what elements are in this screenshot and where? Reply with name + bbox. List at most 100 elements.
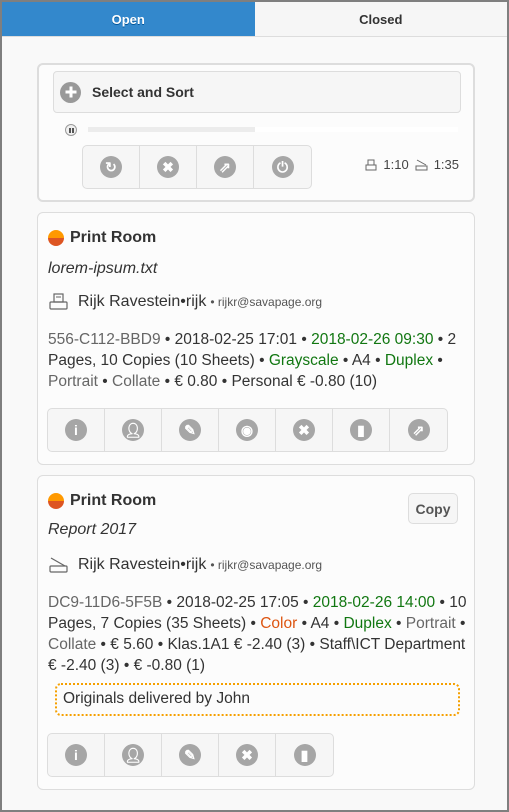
power-button[interactable]: ⏻ [254, 146, 311, 188]
separator: • [305, 636, 320, 653]
refresh-button[interactable]: ↻ [83, 146, 140, 188]
pause-button[interactable] [65, 124, 77, 136]
due-time: 2018-02-26 14:00 [312, 594, 436, 611]
submitted-time: 2018-02-25 17:05 [176, 594, 299, 611]
refresh-progress-bar [88, 127, 458, 132]
info-icon: i [65, 744, 87, 766]
user-id: rijk [185, 293, 207, 310]
close-icon: ✖ [157, 156, 179, 178]
job-card: Print Room Copy Report 2017 Rijk Raveste… [37, 475, 475, 790]
pause-icon-bar [68, 127, 71, 133]
job-printer: Print Room [48, 229, 156, 247]
printer-icon [365, 159, 377, 170]
cancel-job-button[interactable]: ✖ [219, 734, 276, 776]
select-and-sort-toggle[interactable]: Select and Sort [53, 71, 461, 113]
pencil-icon: ✎ [179, 744, 201, 766]
job-details: DC9-11D6-5F5B • 2018-02-25 17:05 • 2018-… [48, 592, 468, 676]
edit-button[interactable]: ✎ [162, 409, 219, 451]
power-icon: ⏻ [271, 156, 294, 178]
separator: • [160, 373, 175, 390]
printer-name: Print Room [70, 229, 157, 246]
due-time: 2018-02-26 09:30 [311, 331, 434, 348]
cost: € 0.80 [174, 373, 218, 390]
user-name: Rijk Ravestein [78, 556, 181, 573]
paper-size: A4 [310, 615, 330, 632]
change-user-button[interactable]: 👤︎ [105, 409, 162, 451]
submitted-time: 2018-02-25 17:01 [174, 331, 298, 348]
separator: • [329, 615, 344, 632]
user-icon: 👤︎ [122, 419, 144, 441]
collate: Collate [48, 636, 97, 653]
progress-fill [88, 127, 255, 132]
cancel-all-button[interactable]: ✖ [140, 146, 197, 188]
job-action-buttons: i 👤︎ ✎ ✖ ▮ [47, 733, 334, 777]
pencil-icon: ✎ [179, 419, 201, 441]
job-user: Rijk Ravestein • rijk • rijkr@savapage.o… [48, 556, 322, 574]
color-mode: Color [260, 615, 298, 632]
copy-button[interactable]: Copy [408, 493, 458, 524]
job-card: Print Room lorem-ipsum.txt Rijk Ravestei… [37, 212, 475, 465]
color-mode: Grayscale [268, 352, 339, 369]
job-printer: Print Room [48, 492, 156, 510]
user-email: • rijkr@savapage.org [210, 295, 323, 309]
account-charges: Personal € -0.80 (10) [231, 373, 378, 390]
separator: • [96, 636, 111, 653]
separator: • [297, 615, 311, 632]
account-charge: Klas.1A1 € -2.40 (3) [167, 636, 306, 653]
separator: • [391, 615, 406, 632]
separator: • [455, 615, 466, 632]
user-id: rijk [185, 556, 207, 573]
job-stats: 1:10 1:35 [365, 157, 459, 172]
scanner-icon [415, 159, 428, 170]
separator: • [370, 352, 385, 369]
account-charge: € -0.80 (1) [133, 657, 206, 674]
pause-icon-bar [71, 127, 74, 133]
sides: Duplex [384, 352, 434, 369]
sides: Duplex [343, 615, 392, 632]
queue-controls-panel: Select and Sort ↻ ✖ ⇗ ⏻ 1:10 1:35 [37, 63, 475, 202]
separator: • [297, 331, 312, 348]
change-user-button[interactable]: 👤︎ [105, 734, 162, 776]
refresh-icon: ↻ [100, 156, 122, 178]
tab-open[interactable]: Open [2, 2, 255, 36]
user-email: • rijkr@savapage.org [210, 558, 323, 572]
separator: • [298, 594, 313, 611]
eye-icon: ◉ [236, 419, 258, 441]
separator: • [435, 594, 450, 611]
separator: • [160, 331, 175, 348]
cost: € 5.60 [110, 636, 154, 653]
printer-ratio: 1:10 [383, 157, 409, 172]
printer-icon [49, 293, 68, 310]
status-icon [48, 493, 64, 509]
export-button[interactable]: ⇗ [197, 146, 254, 188]
collate: Collate [112, 373, 161, 390]
printer-name: Print Room [70, 492, 157, 509]
separator: • [153, 636, 168, 653]
job-comment: Originals delivered by John [55, 683, 460, 716]
orientation: Portrait [48, 373, 98, 390]
separator: • [433, 352, 443, 369]
separator: • [433, 331, 448, 348]
orientation: Portrait [405, 615, 456, 632]
document-name: lorem-ipsum.txt [48, 260, 158, 277]
edit-button[interactable]: ✎ [162, 734, 219, 776]
select-and-sort-label: Select and Sort [92, 84, 194, 100]
tab-bar: Open Closed [2, 2, 507, 37]
tab-closed[interactable]: Closed [254, 2, 507, 36]
email-value: rijkr@savapage.org [217, 295, 323, 309]
email-value: rijkr@savapage.org [217, 558, 323, 572]
settle-button[interactable]: ▮ [276, 734, 333, 776]
info-button[interactable]: i [48, 409, 105, 451]
shopping-bag-icon: ▮ [293, 744, 316, 766]
preview-button[interactable]: ◉ [219, 409, 276, 451]
queue-action-buttons: ↻ ✖ ⇗ ⏻ [82, 145, 312, 189]
job-details: 556-C112-BBD9 • 2018-02-25 17:01 • 2018-… [48, 329, 468, 392]
paper-size: A4 [351, 352, 371, 369]
settle-button[interactable]: ▮ [333, 409, 390, 451]
document-name: Report 2017 [48, 521, 137, 538]
redirect-button[interactable]: ⇗ [390, 409, 447, 451]
cancel-job-button[interactable]: ✖ [276, 409, 333, 451]
info-button[interactable]: i [48, 734, 105, 776]
separator: • [246, 615, 261, 632]
close-icon: ✖ [236, 744, 258, 766]
